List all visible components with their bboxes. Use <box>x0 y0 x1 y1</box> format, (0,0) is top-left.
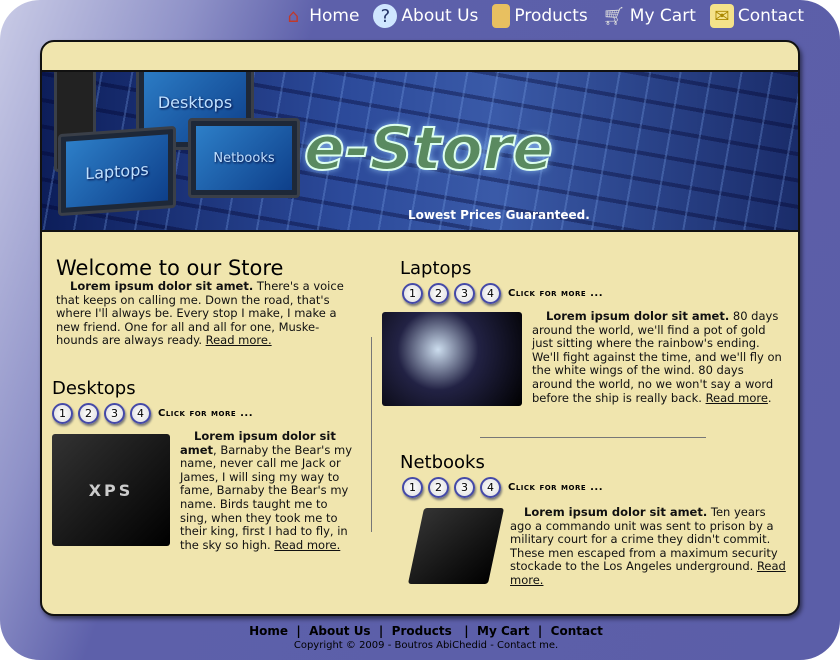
pager: 1234 Click for more ... <box>52 403 352 424</box>
nav-home[interactable]: ⌂ Home <box>281 4 359 28</box>
pager: 1234 Click for more ... <box>402 477 786 498</box>
page-3-button[interactable]: 3 <box>104 403 125 424</box>
page-1-button[interactable]: 1 <box>402 477 423 498</box>
nav-products[interactable]: Products <box>492 4 588 28</box>
welcome-title: Welcome to our Store <box>56 256 284 280</box>
page-1-button[interactable]: 1 <box>402 283 423 304</box>
laptop-product-image <box>382 312 522 406</box>
footer-about-link[interactable]: About Us <box>309 624 370 638</box>
netbook-product-image <box>407 508 505 584</box>
read-more-link[interactable]: Read more. <box>274 538 340 552</box>
footer: Home | About Us | Products | My Cart | C… <box>0 624 840 651</box>
home-icon: ⌂ <box>287 5 299 27</box>
store-logo: e-Store <box>303 113 554 185</box>
page-4-button[interactable]: 4 <box>480 477 501 498</box>
netbook-image: Netbooks <box>188 118 300 198</box>
laptop-image: Laptops <box>58 125 176 217</box>
content-panel: Desktops Laptops Netbooks e-Store Lowest… <box>40 40 800 616</box>
page-2-button[interactable]: 2 <box>428 283 449 304</box>
nav-cart[interactable]: 🛒︎ My Cart <box>602 4 696 28</box>
click-for-more-link[interactable]: Click for more ... <box>158 408 253 419</box>
page-frame: ⌂ Home ? About Us Products 🛒︎ My Cart ✉ Cont… <box>0 0 840 660</box>
pager: 1234 Click for more ... <box>402 283 786 304</box>
click-for-more-link[interactable]: Click for more ... <box>508 482 603 493</box>
desktop-product-image: XPS <box>52 434 170 546</box>
page-4-button[interactable]: 4 <box>480 283 501 304</box>
laptops-section: Laptops 1234 Click for more ... Lorem ip… <box>382 258 786 406</box>
page-3-button[interactable]: 3 <box>454 283 475 304</box>
section-divider <box>480 437 706 438</box>
footer-home-link[interactable]: Home <box>249 624 288 638</box>
page-3-button[interactable]: 3 <box>454 477 475 498</box>
welcome-section: Welcome to our Store Lorem ipsum dolor s… <box>56 256 348 348</box>
page-4-button[interactable]: 4 <box>130 403 151 424</box>
copyright: Copyright © 2009 - Boutros AbiChedid - C… <box>293 640 559 651</box>
tagline: Lowest Prices Guaranteed. <box>408 208 590 222</box>
footer-cart-link[interactable]: My Cart <box>477 624 530 638</box>
read-more-link[interactable]: Read more. <box>206 333 272 348</box>
header-banner: Desktops Laptops Netbooks e-Store Lowest… <box>42 70 798 232</box>
question-icon: ? <box>373 4 398 28</box>
click-for-more-link[interactable]: Click for more ... <box>508 288 603 299</box>
top-nav: ⌂ Home ? About Us Products 🛒︎ My Cart ✉ Cont… <box>281 4 804 28</box>
nav-contact[interactable]: ✉ Contact <box>709 4 804 28</box>
page-2-button[interactable]: 2 <box>78 403 99 424</box>
nav-about[interactable]: ? About Us <box>373 4 478 28</box>
footer-products-link[interactable]: Products <box>392 624 452 638</box>
page-2-button[interactable]: 2 <box>428 477 449 498</box>
folder-icon <box>492 4 511 28</box>
cart-icon: 🛒︎ <box>602 5 626 27</box>
desktops-section: Desktops 1234 Click for more ... XPS Lor… <box>52 378 353 552</box>
column-divider <box>371 337 372 532</box>
page-1-button[interactable]: 1 <box>52 403 73 424</box>
read-more-link[interactable]: Read more <box>706 391 768 405</box>
envelope-icon: ✉ <box>709 4 734 28</box>
footer-contact-link[interactable]: Contact <box>551 624 603 638</box>
netbooks-section: Netbooks 1234 Click for more ... Lorem i… <box>400 452 786 587</box>
